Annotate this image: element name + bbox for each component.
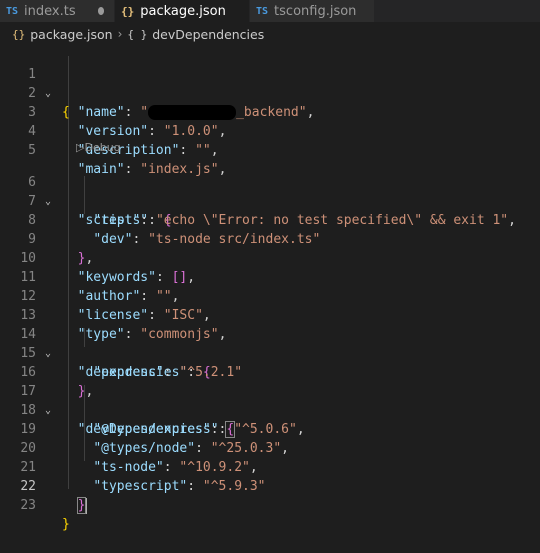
- object-symbol-icon: { }: [127, 27, 148, 41]
- tab-label: index.ts: [24, 3, 76, 19]
- code-line: 10 "keywords": [],: [0, 230, 540, 285]
- breadcrumb-item-file[interactable]: package.json: [30, 27, 112, 42]
- chevron-right-icon: ›: [117, 27, 123, 41]
- code-line: 9 },: [0, 211, 540, 266]
- code-line: 1 ⌄ {: [0, 46, 540, 120]
- json-file-icon: {}: [12, 27, 26, 41]
- code-line: 23 }: [0, 477, 540, 532]
- breadcrumb-item-symbol[interactable]: devDependencies: [152, 27, 264, 42]
- line-number: 23: [20, 498, 36, 513]
- code-line: 11 "author": "",: [0, 249, 540, 304]
- code-line: 6 ⌄ "scripts": {: [0, 154, 540, 228]
- code-line: 7 "test": "echo \"Error: no test specifi…: [0, 173, 540, 228]
- tab-label: tsconfig.json: [274, 3, 357, 19]
- code-line: 21 "typescript": "^5.9.3": [0, 439, 540, 494]
- text-cursor: [85, 497, 88, 514]
- tab-package-json[interactable]: {} package.json: [115, 0, 250, 22]
- code-line: 15 "express": "^5.2.1": [0, 325, 540, 380]
- breadcrumb: {} package.json › { } devDependencies: [0, 22, 540, 46]
- code-line: 20 "ts-node": "^10.9.2",: [0, 420, 540, 475]
- code-line: 12 "license": "ISC",: [0, 268, 540, 323]
- code-line: 18 "@types/express": "^5.0.6",: [0, 382, 540, 437]
- typescript-file-icon: TS: [6, 5, 19, 17]
- code-line: 13 "type": "commonjs",: [0, 287, 540, 342]
- json-file-icon: {}: [121, 4, 135, 18]
- debug-codelens[interactable]: ▷Debug: [76, 141, 121, 154]
- tab-bar: TS index.ts {} package.json TS tsconfig.…: [0, 0, 540, 22]
- codelens-row: ▷Debug: [0, 141, 540, 154]
- tab-tsconfig-json[interactable]: TS tsconfig.json: [250, 0, 375, 22]
- code-line: 2 "name": " _backend",: [0, 65, 540, 120]
- typescript-file-icon: TS: [256, 5, 269, 17]
- tab-label: package.json: [140, 3, 226, 19]
- code-line: 4 "description": "",: [0, 103, 540, 158]
- code-line: 17 ⌄ "devDependencies": {: [0, 363, 540, 438]
- code-editor[interactable]: 1 ⌄ { 2 "name": " _backend", 3 "version":…: [0, 46, 540, 532]
- code-line: 19 "@types/node": "^25.0.3",: [0, 401, 540, 456]
- unsaved-dot-icon[interactable]: [97, 7, 104, 15]
- code-line: 5 "main": "index.js",: [0, 122, 540, 177]
- code-line: 8 "dev": "ts-node src/index.ts": [0, 192, 540, 247]
- code-line: 16 },: [0, 344, 540, 399]
- code-line: 14 ⌄ "dependencies": {: [0, 306, 540, 380]
- code-line: 3 "version": "1.0.0",: [0, 84, 540, 139]
- tab-index-ts[interactable]: TS index.ts: [0, 0, 115, 22]
- code-line-current: 22 }: [0, 458, 540, 514]
